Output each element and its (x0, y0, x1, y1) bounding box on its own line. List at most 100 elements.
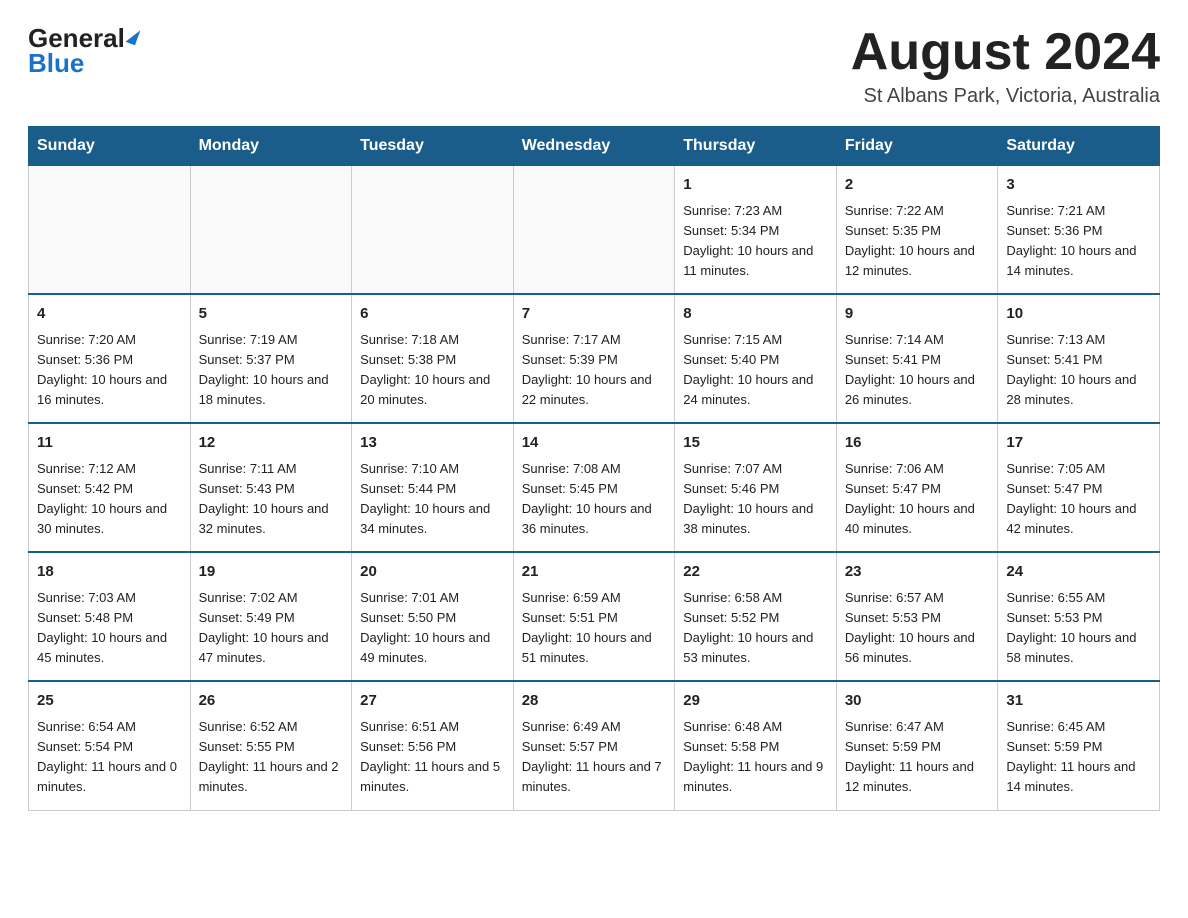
table-row (513, 166, 675, 295)
day-number: 1 (683, 174, 828, 197)
day-info: Sunrise: 6:48 AM Sunset: 5:58 PM Dayligh… (683, 717, 828, 798)
table-row: 6 Sunrise: 7:18 AM Sunset: 5:38 PM Daylig… (352, 294, 514, 423)
calendar-header-row: Sunday Monday Tuesday Wednesday Thursday… (29, 127, 1160, 166)
table-row: 14Sunrise: 7:08 AM Sunset: 5:45 PM Dayli… (513, 423, 675, 552)
day-info: Sunrise: 7:05 AM Sunset: 5:47 PM Dayligh… (1006, 459, 1151, 540)
header-monday: Monday (190, 127, 352, 166)
day-info: Sunrise: 7:21 AM Sunset: 5:36 PM Dayligh… (1006, 201, 1151, 282)
table-row: 8Sunrise: 7:15 AM Sunset: 5:40 PM Daylig… (675, 294, 837, 423)
day-info: Sunrise: 6:54 AM Sunset: 5:54 PM Dayligh… (37, 717, 182, 798)
day-info: Sunrise: 7:03 AM Sunset: 5:48 PM Dayligh… (37, 588, 182, 669)
day-number: 29 (683, 690, 828, 713)
table-row: 23 Sunrise: 6:57 AM Sunset: 5:53 PM Dayli… (836, 552, 998, 681)
day-number: 18 (37, 561, 182, 584)
day-info: Sunrise: 7:22 AM Sunset: 5:35 PM Dayligh… (845, 201, 990, 282)
day-number: 25 (37, 690, 182, 713)
table-row: 18 Sunrise: 7:03 AM Sunset: 5:48 PM Dayli… (29, 552, 191, 681)
day-number: 12 (199, 432, 344, 455)
day-info: Sunrise: 6:59 AM Sunset: 5:51 PM Dayligh… (522, 588, 667, 669)
table-row (352, 166, 514, 295)
day-number: 28 (522, 690, 667, 713)
day-info: Sunrise: 7:11 AM Sunset: 5:43 PM Dayligh… (199, 459, 344, 540)
header-tuesday: Tuesday (352, 127, 514, 166)
table-row: 21 Sunrise: 6:59 AM Sunset: 5:51 PM Dayli… (513, 552, 675, 681)
table-row: 29 Sunrise: 6:48 AM Sunset: 5:58 PM Dayli… (675, 681, 837, 810)
table-row: 13Sunrise: 7:10 AM Sunset: 5:44 PM Dayli… (352, 423, 514, 552)
day-number: 30 (845, 690, 990, 713)
table-row: 28Sunrise: 6:49 AM Sunset: 5:57 PM Dayli… (513, 681, 675, 810)
table-row (29, 166, 191, 295)
day-info: Sunrise: 7:15 AM Sunset: 5:40 PM Dayligh… (683, 330, 828, 411)
day-number: 19 (199, 561, 344, 584)
table-row: 24 Sunrise: 6:55 AM Sunset: 5:53 PM Dayli… (998, 552, 1160, 681)
day-info: Sunrise: 6:47 AM Sunset: 5:59 PM Dayligh… (845, 717, 990, 798)
day-number: 20 (360, 561, 505, 584)
table-row: 2Sunrise: 7:22 AM Sunset: 5:35 PM Daylig… (836, 166, 998, 295)
day-info: Sunrise: 6:51 AM Sunset: 5:56 PM Dayligh… (360, 717, 505, 798)
day-number: 10 (1006, 303, 1151, 326)
day-info: Sunrise: 6:52 AM Sunset: 5:55 PM Dayligh… (199, 717, 344, 798)
day-number: 6 (360, 303, 505, 326)
day-number: 11 (37, 432, 182, 455)
month-title: August 2024 (851, 24, 1160, 81)
header-friday: Friday (836, 127, 998, 166)
table-row: 7 Sunrise: 7:17 AM Sunset: 5:39 PM Daylig… (513, 294, 675, 423)
day-info: Sunrise: 6:57 AM Sunset: 5:53 PM Dayligh… (845, 588, 990, 669)
location-title: St Albans Park, Victoria, Australia (851, 85, 1160, 108)
day-info: Sunrise: 7:23 AM Sunset: 5:34 PM Dayligh… (683, 201, 828, 282)
day-number: 23 (845, 561, 990, 584)
table-row: 5 Sunrise: 7:19 AM Sunset: 5:37 PM Daylig… (190, 294, 352, 423)
table-row: 10 Sunrise: 7:13 AM Sunset: 5:41 PM Dayli… (998, 294, 1160, 423)
table-row: 16Sunrise: 7:06 AM Sunset: 5:47 PM Dayli… (836, 423, 998, 552)
header-saturday: Saturday (998, 127, 1160, 166)
day-number: 16 (845, 432, 990, 455)
day-info: Sunrise: 7:18 AM Sunset: 5:38 PM Dayligh… (360, 330, 505, 411)
day-info: Sunrise: 7:20 AM Sunset: 5:36 PM Dayligh… (37, 330, 182, 411)
day-number: 24 (1006, 561, 1151, 584)
table-row (190, 166, 352, 295)
header-thursday: Thursday (675, 127, 837, 166)
day-info: Sunrise: 7:19 AM Sunset: 5:37 PM Dayligh… (199, 330, 344, 411)
calendar-week-row: 4 Sunrise: 7:20 AM Sunset: 5:36 PM Daylig… (29, 294, 1160, 423)
day-number: 27 (360, 690, 505, 713)
table-row: 26 Sunrise: 6:52 AM Sunset: 5:55 PM Dayli… (190, 681, 352, 810)
day-number: 4 (37, 303, 182, 326)
logo-triangle-icon (125, 27, 140, 45)
table-row: 15Sunrise: 7:07 AM Sunset: 5:46 PM Dayli… (675, 423, 837, 552)
day-number: 14 (522, 432, 667, 455)
calendar-week-row: 1 Sunrise: 7:23 AM Sunset: 5:34 PM Daylig… (29, 166, 1160, 295)
table-row: 20Sunrise: 7:01 AM Sunset: 5:50 PM Dayli… (352, 552, 514, 681)
logo: General Blue (28, 24, 138, 77)
title-area: August 2024 St Albans Park, Victoria, Au… (851, 24, 1160, 108)
day-number: 3 (1006, 174, 1151, 197)
table-row: 1 Sunrise: 7:23 AM Sunset: 5:34 PM Daylig… (675, 166, 837, 295)
day-number: 31 (1006, 690, 1151, 713)
day-number: 7 (522, 303, 667, 326)
calendar-week-row: 11 Sunrise: 7:12 AM Sunset: 5:42 PM Dayli… (29, 423, 1160, 552)
day-info: Sunrise: 6:45 AM Sunset: 5:59 PM Dayligh… (1006, 717, 1151, 798)
day-info: Sunrise: 7:02 AM Sunset: 5:49 PM Dayligh… (199, 588, 344, 669)
day-info: Sunrise: 7:12 AM Sunset: 5:42 PM Dayligh… (37, 459, 182, 540)
day-info: Sunrise: 6:55 AM Sunset: 5:53 PM Dayligh… (1006, 588, 1151, 669)
day-info: Sunrise: 7:13 AM Sunset: 5:41 PM Dayligh… (1006, 330, 1151, 411)
table-row: 11 Sunrise: 7:12 AM Sunset: 5:42 PM Dayli… (29, 423, 191, 552)
day-number: 21 (522, 561, 667, 584)
day-info: Sunrise: 7:17 AM Sunset: 5:39 PM Dayligh… (522, 330, 667, 411)
calendar-week-row: 25 Sunrise: 6:54 AM Sunset: 5:54 PM Dayli… (29, 681, 1160, 810)
table-row: 22 Sunrise: 6:58 AM Sunset: 5:52 PM Dayli… (675, 552, 837, 681)
table-row: 12 Sunrise: 7:11 AM Sunset: 5:43 PM Dayli… (190, 423, 352, 552)
table-row: 3 Sunrise: 7:21 AM Sunset: 5:36 PM Daylig… (998, 166, 1160, 295)
day-number: 15 (683, 432, 828, 455)
calendar-table: Sunday Monday Tuesday Wednesday Thursday… (28, 126, 1160, 810)
page-header: General Blue August 2024 St Albans Park,… (28, 24, 1160, 108)
day-number: 17 (1006, 432, 1151, 455)
day-info: Sunrise: 7:10 AM Sunset: 5:44 PM Dayligh… (360, 459, 505, 540)
table-row: 9Sunrise: 7:14 AM Sunset: 5:41 PM Daylig… (836, 294, 998, 423)
day-number: 26 (199, 690, 344, 713)
header-sunday: Sunday (29, 127, 191, 166)
day-number: 22 (683, 561, 828, 584)
day-number: 5 (199, 303, 344, 326)
day-info: Sunrise: 6:58 AM Sunset: 5:52 PM Dayligh… (683, 588, 828, 669)
table-row: 25 Sunrise: 6:54 AM Sunset: 5:54 PM Dayli… (29, 681, 191, 810)
table-row: 30 Sunrise: 6:47 AM Sunset: 5:59 PM Dayli… (836, 681, 998, 810)
